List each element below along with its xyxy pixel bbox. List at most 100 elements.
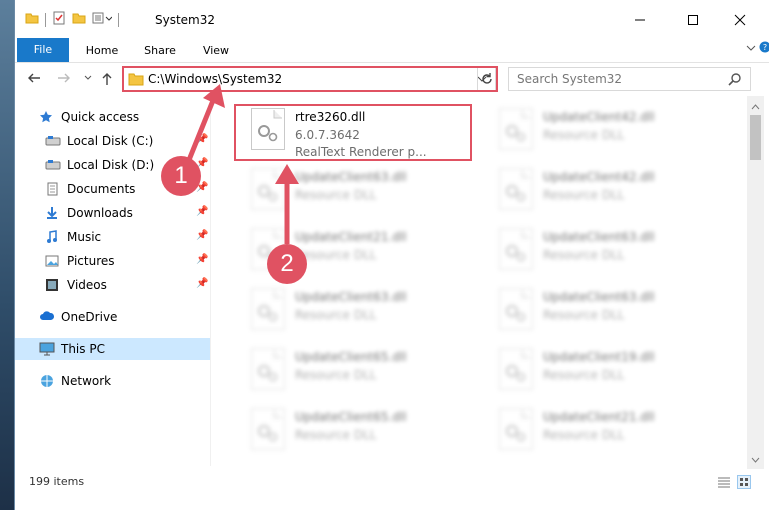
- pin-icon[interactable]: 📌: [196, 230, 208, 241]
- sidebar-item-network[interactable]: Network: [15, 370, 210, 392]
- title-bar: System32: [15, 0, 769, 36]
- sidebar-item-onedrive[interactable]: OneDrive: [15, 306, 210, 328]
- chevron-down-icon: [84, 75, 92, 80]
- back-button[interactable]: [27, 72, 41, 88]
- customize-toolbar-icon[interactable]: [92, 12, 113, 27]
- tab-view[interactable]: View: [193, 40, 239, 62]
- toolbar-divider: [118, 12, 119, 27]
- dll-file-icon: [499, 168, 533, 210]
- recent-locations-button[interactable]: [83, 72, 93, 88]
- sidebar-item-label: Downloads: [67, 206, 133, 220]
- scrollbar-thumb[interactable]: [750, 115, 761, 160]
- minimize-icon: [635, 19, 645, 21]
- dll-file-icon: [251, 348, 285, 390]
- sidebar-item-music[interactable]: Music 📌: [15, 226, 210, 248]
- help-button[interactable]: ?: [759, 41, 769, 56]
- sidebar-item-quick-access[interactable]: Quick access: [15, 106, 210, 128]
- close-button[interactable]: [717, 6, 763, 34]
- pin-icon[interactable]: 📌: [196, 134, 208, 145]
- address-bar-highlight: [122, 66, 498, 92]
- details-view-button[interactable]: [717, 475, 731, 492]
- up-button[interactable]: [101, 72, 113, 90]
- file-description: Resource DLL: [543, 428, 625, 442]
- file-name: UpdateClient65.dll: [295, 410, 407, 424]
- file-item[interactable]: UpdateClient63.dll Resource DLL: [469, 220, 709, 276]
- file-description: Resource DLL: [295, 188, 377, 202]
- file-description: Resource DLL: [295, 428, 377, 442]
- file-item[interactable]: UpdateClient63.dll Resource DLL: [221, 280, 461, 336]
- dll-file-icon: [251, 408, 285, 450]
- drive-icon: [45, 158, 61, 172]
- properties-icon[interactable]: [52, 11, 66, 28]
- window-title: System32: [155, 13, 216, 27]
- expand-ribbon-button[interactable]: [745, 42, 757, 56]
- scroll-down-icon: [751, 457, 760, 463]
- file-highlight: [234, 104, 472, 161]
- sidebar-item-local-disk-c[interactable]: Local Disk (C:) 📌: [15, 130, 210, 152]
- dll-file-icon: [499, 228, 533, 270]
- pictures-icon: [45, 254, 59, 268]
- dll-file-icon: [499, 408, 533, 450]
- file-item[interactable]: UpdateClient63.dll Resource DLL: [221, 160, 461, 216]
- search-icon[interactable]: [728, 72, 742, 89]
- tiles-view-icon: [740, 478, 748, 486]
- file-item[interactable]: UpdateClient65.dll Resource DLL: [221, 340, 461, 396]
- vertical-scrollbar[interactable]: [747, 96, 764, 469]
- dll-file-icon: [251, 288, 285, 330]
- svg-text:?: ?: [763, 43, 767, 52]
- file-item[interactable]: UpdateClient42.dll Resource DLL: [469, 100, 709, 156]
- status-bar: 199 items: [15, 470, 769, 494]
- quick-access-toolbar: [25, 11, 119, 28]
- videos-icon: [45, 278, 59, 292]
- cloud-icon: [39, 310, 55, 324]
- sidebar-item-label: This PC: [61, 342, 105, 356]
- tab-home[interactable]: Home: [77, 40, 127, 62]
- star-icon: [39, 110, 53, 124]
- search-box[interactable]: Search System32: [508, 67, 751, 91]
- file-item[interactable]: UpdateClient21.dll Resource DLL: [221, 220, 461, 276]
- computer-icon: [39, 342, 55, 356]
- forward-button[interactable]: [57, 72, 71, 88]
- sidebar-item-pictures[interactable]: Pictures 📌: [15, 250, 210, 272]
- step-2-marker: 2: [267, 244, 307, 284]
- file-description: Resource DLL: [543, 128, 625, 142]
- pin-icon[interactable]: 📌: [196, 254, 208, 265]
- minimize-button[interactable]: [617, 6, 663, 34]
- sidebar-item-label: Quick access: [61, 110, 140, 124]
- new-folder-icon[interactable]: [72, 12, 86, 27]
- pin-icon[interactable]: 📌: [196, 278, 208, 289]
- sidebar-item-videos[interactable]: Videos 📌: [15, 274, 210, 296]
- file-item[interactable]: UpdateClient19.dll Resource DLL: [469, 340, 709, 396]
- file-description: Resource DLL: [295, 248, 377, 262]
- file-name: UpdateClient63.dll: [543, 290, 655, 304]
- close-icon: [734, 14, 746, 26]
- dll-file-icon: [499, 108, 533, 150]
- dll-file-icon: [251, 168, 285, 210]
- file-item[interactable]: UpdateClient63.dll Resource DLL: [469, 280, 709, 336]
- scroll-up-icon: [751, 104, 760, 110]
- tab-share[interactable]: Share: [135, 40, 185, 62]
- sidebar-item-downloads[interactable]: Downloads 📌: [15, 202, 210, 224]
- file-item[interactable]: UpdateClient21.dll Resource DLL: [469, 400, 709, 456]
- sidebar-item-label: Local Disk (C:): [67, 134, 154, 148]
- tiles-view-button[interactable]: [737, 475, 751, 489]
- folder-icon: [25, 12, 39, 27]
- sidebar-item-label: Local Disk (D:): [67, 158, 155, 172]
- sidebar-item-label: Documents: [67, 182, 136, 196]
- file-name: UpdateClient21.dll: [295, 230, 407, 244]
- maximize-button[interactable]: [670, 6, 716, 34]
- music-icon: [45, 230, 59, 244]
- file-item[interactable]: UpdateClient42.dll Resource DLL: [469, 160, 709, 216]
- file-name: UpdateClient63.dll: [543, 230, 655, 244]
- maximize-icon: [688, 15, 698, 25]
- search-input[interactable]: Search System32: [517, 72, 622, 86]
- file-description: Resource DLL: [543, 368, 625, 382]
- pin-icon[interactable]: 📌: [196, 206, 208, 217]
- file-name: UpdateClient65.dll: [295, 350, 407, 364]
- file-item[interactable]: UpdateClient65.dll Resource DLL: [221, 400, 461, 456]
- sidebar-item-this-pc[interactable]: This PC: [15, 338, 210, 360]
- up-arrow-icon: [102, 73, 112, 85]
- forward-arrow-icon: [58, 73, 70, 83]
- tab-file[interactable]: File: [17, 38, 69, 62]
- file-description: Resource DLL: [543, 308, 625, 322]
